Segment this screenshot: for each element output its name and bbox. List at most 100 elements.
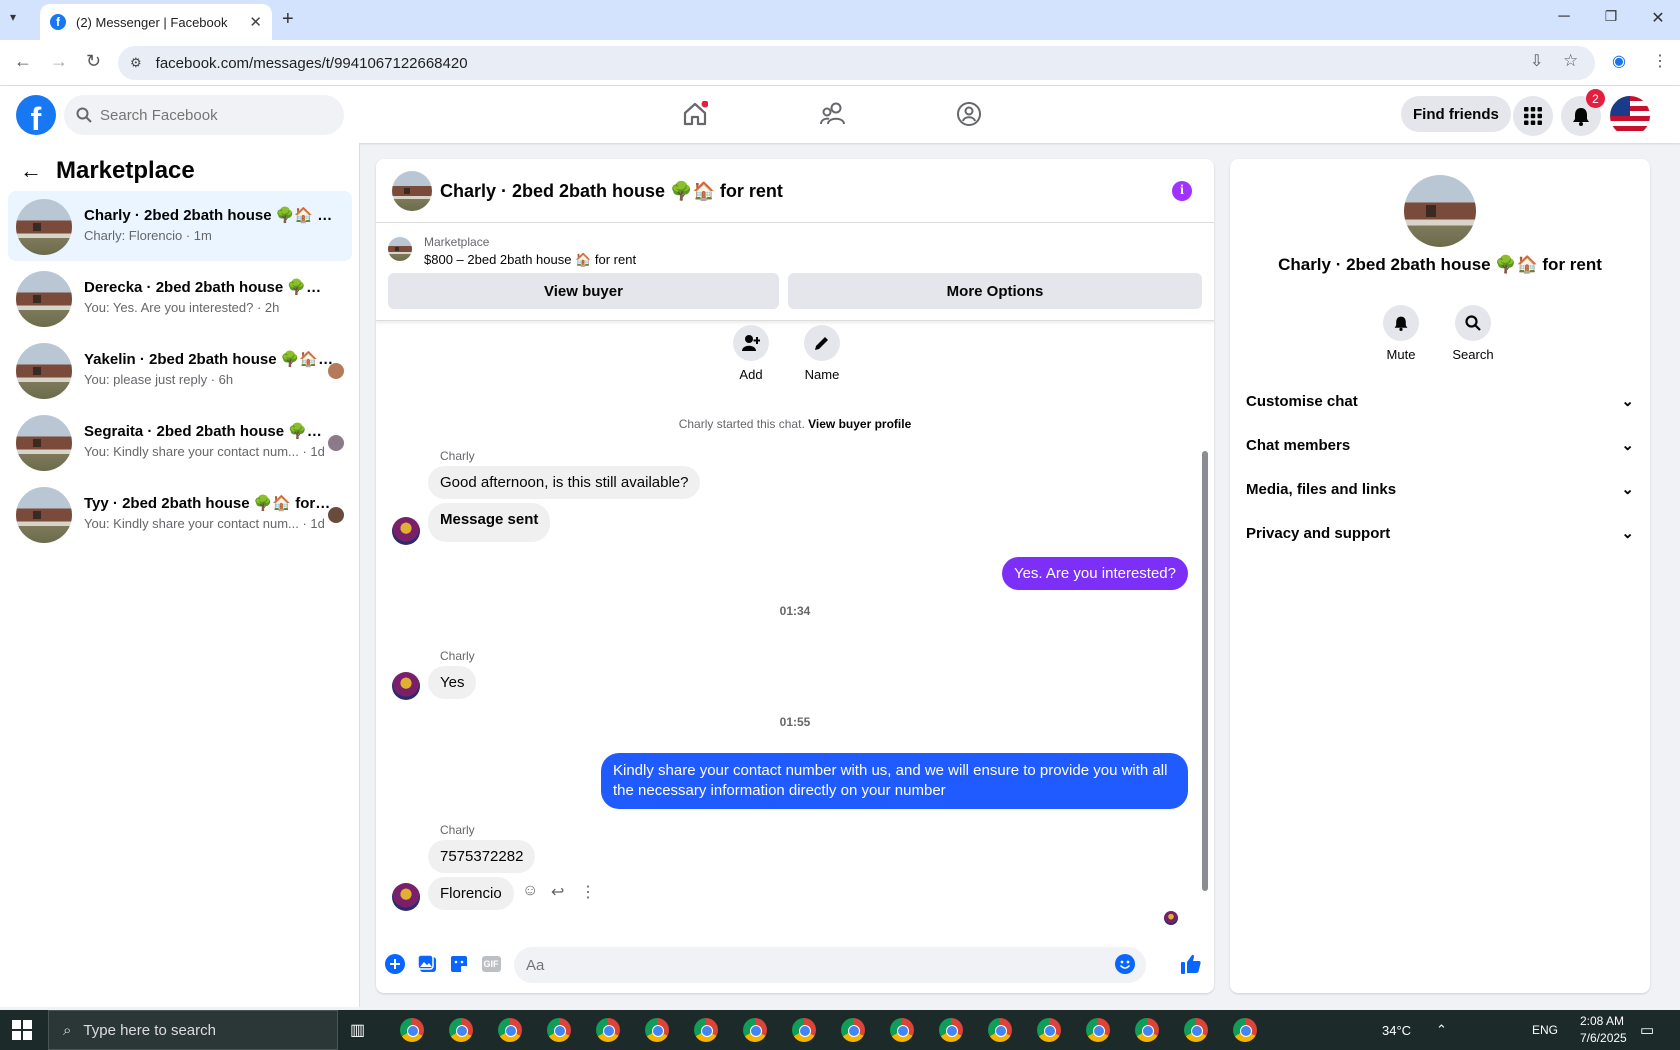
find-friends-button[interactable]: Find friends bbox=[1401, 96, 1511, 132]
outgoing-message[interactable]: Yes. Are you interested? bbox=[1001, 557, 1188, 590]
close-window-button[interactable]: ✕ bbox=[1643, 8, 1673, 28]
restore-button[interactable]: ❐ bbox=[1596, 8, 1626, 25]
chrome-app-icon[interactable] bbox=[1184, 1018, 1208, 1042]
chrome-app-icon[interactable] bbox=[988, 1018, 1012, 1042]
thread-scroll-thumb[interactable] bbox=[1202, 451, 1208, 891]
chrome-app-icon[interactable] bbox=[694, 1018, 718, 1042]
chrome-app-icon[interactable] bbox=[645, 1018, 669, 1042]
chrome-app-icon[interactable] bbox=[449, 1018, 473, 1042]
chrome-app-icon[interactable] bbox=[1086, 1018, 1110, 1042]
weather-temp[interactable]: 34°C bbox=[1382, 1023, 1411, 1038]
conversation-item[interactable]: Segraita · 2bed 2bath house 🌳🏠 for rent … bbox=[8, 407, 352, 477]
view-buyer-profile-link[interactable]: View buyer profile bbox=[808, 417, 911, 431]
chrome-app-icon[interactable] bbox=[743, 1018, 767, 1042]
chrome-app-icon[interactable] bbox=[890, 1018, 914, 1042]
chrome-app-icon[interactable] bbox=[1233, 1018, 1257, 1042]
chat-avatar[interactable] bbox=[392, 171, 432, 211]
gif-icon[interactable]: GIF bbox=[480, 953, 502, 975]
outgoing-message[interactable]: Kindly share your contact number with us… bbox=[601, 753, 1188, 809]
mute-action[interactable]: Mute bbox=[1371, 305, 1431, 362]
language-indicator[interactable]: ENG bbox=[1532, 1023, 1558, 1037]
close-tab-icon[interactable]: ✕ bbox=[249, 13, 262, 31]
chat-title[interactable]: Charly · 2bed 2bath house 🌳🏠 for rent bbox=[440, 181, 783, 202]
browser-menu-icon[interactable]: ⋮ bbox=[1652, 51, 1668, 71]
listing-price[interactable]: $800 – 2bed 2bath house 🏠 for rent bbox=[424, 252, 636, 268]
task-view-icon[interactable]: ▥ bbox=[350, 1020, 365, 1040]
windows-start-icon[interactable] bbox=[12, 1020, 34, 1042]
chrome-app-icon[interactable] bbox=[498, 1018, 522, 1042]
photo-icon[interactable] bbox=[416, 953, 438, 975]
thumbs-up-icon[interactable] bbox=[1180, 953, 1202, 975]
chat-header: Charly · 2bed 2bath house 🌳🏠 for rent i bbox=[376, 159, 1214, 223]
profile-icon[interactable]: ◉ bbox=[1612, 51, 1626, 71]
media-files-links-section[interactable]: Media, files and links ⌄ bbox=[1246, 469, 1634, 509]
chrome-app-icon[interactable] bbox=[841, 1018, 865, 1042]
marketplace-label: Marketplace bbox=[424, 235, 490, 249]
listing-avatar[interactable] bbox=[1404, 175, 1476, 247]
privacy-support-section[interactable]: Privacy and support ⌄ bbox=[1246, 513, 1634, 553]
site-info-icon[interactable]: ⚙ bbox=[130, 55, 142, 71]
more-options-button[interactable]: More Options bbox=[788, 273, 1202, 309]
incoming-message[interactable]: Florencio bbox=[428, 877, 514, 910]
chrome-app-icon[interactable] bbox=[596, 1018, 620, 1042]
message-input[interactable] bbox=[514, 947, 1146, 983]
reload-button[interactable]: ↻ bbox=[86, 51, 101, 72]
incoming-message[interactable]: Message sent bbox=[428, 503, 551, 542]
view-buyer-button[interactable]: View buyer bbox=[388, 273, 779, 309]
browser-tab[interactable]: f (2) Messenger | Facebook ✕ bbox=[40, 4, 272, 40]
chrome-app-icon[interactable] bbox=[547, 1018, 571, 1042]
timestamp: 01:55 bbox=[779, 715, 811, 729]
facebook-logo-icon[interactable]: f bbox=[16, 95, 56, 135]
sender-avatar[interactable] bbox=[392, 672, 420, 700]
chat-members-section[interactable]: Chat members ⌄ bbox=[1246, 425, 1634, 465]
friends-nav-icon[interactable] bbox=[817, 98, 849, 130]
bell-icon bbox=[1573, 108, 1589, 126]
chrome-app-icon[interactable] bbox=[792, 1018, 816, 1042]
reply-icon[interactable]: ↩ bbox=[551, 882, 564, 902]
new-tab-button[interactable]: + bbox=[282, 8, 294, 31]
name-action[interactable]: Name bbox=[792, 325, 852, 382]
chrome-app-icon[interactable] bbox=[1037, 1018, 1061, 1042]
account-avatar[interactable] bbox=[1610, 96, 1650, 136]
address-bar[interactable]: ⚙ facebook.com/messages/t/99410671226684… bbox=[118, 46, 1595, 80]
clock-date[interactable]: 7/6/2025 bbox=[1580, 1031, 1627, 1045]
tray-chevron-icon[interactable]: ⌃ bbox=[1436, 1022, 1447, 1038]
chrome-app-icon[interactable] bbox=[939, 1018, 963, 1042]
chrome-app-icon[interactable] bbox=[1135, 1018, 1159, 1042]
back-button[interactable]: ← bbox=[14, 51, 32, 72]
more-actions-icon[interactable]: ⋮ bbox=[580, 882, 596, 902]
sender-avatar[interactable] bbox=[392, 517, 420, 545]
react-emoji-icon[interactable]: ☺ bbox=[522, 882, 538, 900]
facebook-search-input[interactable] bbox=[100, 106, 320, 124]
bookmark-star-icon[interactable]: ☆ bbox=[1563, 51, 1578, 71]
notification-center-icon[interactable]: ▭ bbox=[1640, 1021, 1654, 1039]
add-action[interactable]: Add bbox=[721, 325, 781, 382]
info-icon[interactable]: i bbox=[1172, 181, 1192, 201]
back-arrow-icon[interactable]: ← bbox=[20, 158, 42, 184]
conversation-item[interactable]: Yakelin · 2bed 2bath house 🌳🏠 for rent Y… bbox=[8, 335, 352, 405]
minimize-button[interactable]: ─ bbox=[1549, 8, 1579, 26]
conversation-item[interactable]: Tyy · 2bed 2bath house 🌳🏠 for rent You: … bbox=[8, 479, 352, 549]
sticker-icon[interactable] bbox=[448, 953, 470, 975]
chrome-app-icon[interactable] bbox=[400, 1018, 424, 1042]
customise-chat-section[interactable]: Customise chat ⌄ bbox=[1246, 381, 1634, 421]
conversation-item[interactable]: Derecka · 2bed 2bath house 🌳🏠 for rent Y… bbox=[8, 263, 352, 333]
tab-search-button[interactable]: ▾ bbox=[10, 10, 16, 24]
install-app-icon[interactable]: ⇩ bbox=[1530, 51, 1543, 71]
incoming-message[interactable]: 7575372282 bbox=[428, 840, 536, 873]
facebook-search[interactable] bbox=[64, 95, 344, 135]
emoji-icon[interactable] bbox=[1114, 953, 1136, 975]
sender-avatar[interactable] bbox=[392, 883, 420, 911]
home-nav-icon[interactable] bbox=[679, 98, 711, 130]
taskbar-search[interactable]: ⌕ Type here to search bbox=[48, 1010, 338, 1050]
incoming-message[interactable]: Good afternoon, is this still available? bbox=[428, 466, 701, 499]
clock-time[interactable]: 2:08 AM bbox=[1580, 1014, 1624, 1028]
search-action[interactable]: Search bbox=[1443, 305, 1503, 362]
listing-thumbnail bbox=[16, 415, 72, 471]
forward-button[interactable]: → bbox=[50, 51, 68, 72]
groups-nav-icon[interactable] bbox=[953, 98, 985, 130]
incoming-message[interactable]: Yes bbox=[428, 666, 477, 699]
conversation-item[interactable]: Charly · 2bed 2bath house 🌳🏠 for rent Ch… bbox=[8, 191, 352, 261]
menu-grid-button[interactable] bbox=[1513, 96, 1553, 136]
plus-icon[interactable] bbox=[384, 953, 406, 975]
